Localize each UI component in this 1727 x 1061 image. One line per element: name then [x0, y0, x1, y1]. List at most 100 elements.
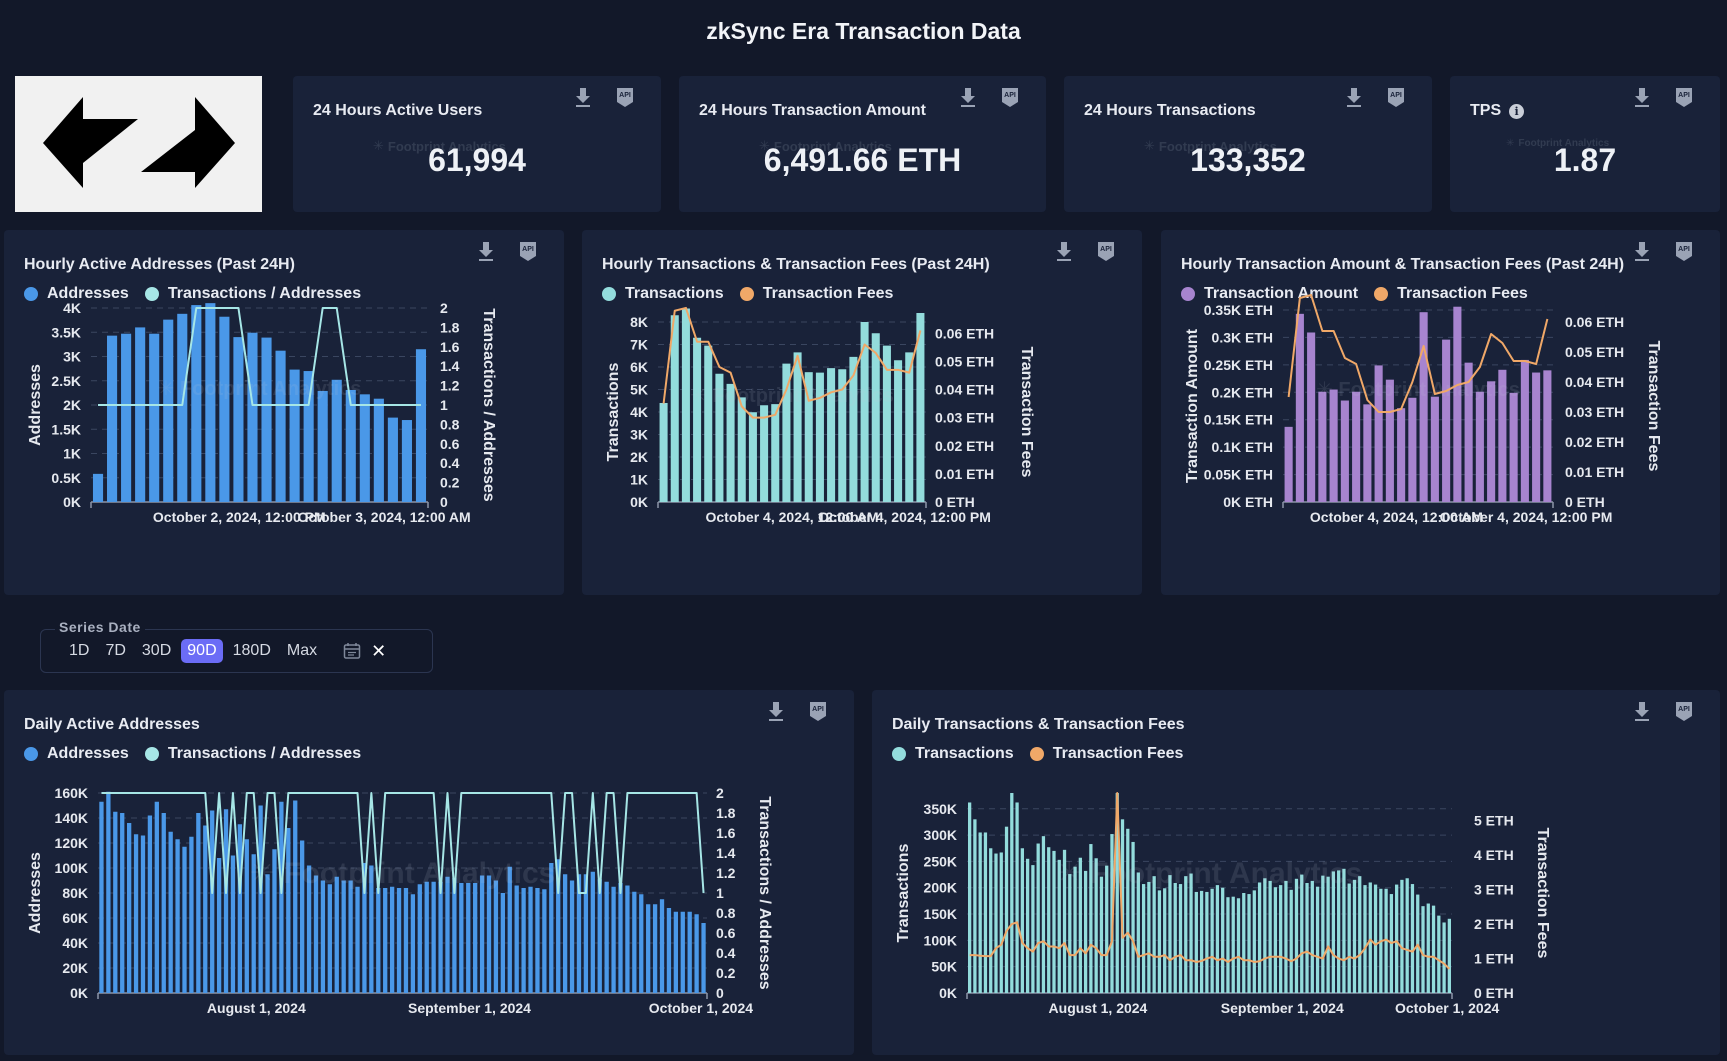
bar [479, 875, 485, 993]
y-tick-label: 3K [63, 349, 81, 365]
bar [161, 813, 166, 993]
filter-option-180d[interactable]: 180D [227, 639, 277, 663]
bar [983, 832, 988, 993]
y2-tick-label: 0.2 [440, 475, 460, 491]
kpi-value: 61,994 [428, 142, 526, 178]
bar [999, 852, 1003, 993]
bar [1173, 883, 1177, 993]
bar [760, 405, 769, 502]
chart-plot: 0K 50K 100K 150K 200K 250K 300K 350K 0 ETH 1 ETH 2… [895, 792, 1551, 1016]
y-tick-label: 2K [630, 449, 648, 465]
y-tick-label: 140K [55, 810, 88, 826]
bar [590, 871, 595, 993]
y-axis-label: Addresses [27, 852, 44, 934]
y2-tick-label: 0.06 ETH [1565, 314, 1624, 330]
y-axis-label: Transactions [895, 844, 912, 943]
bar [1047, 847, 1051, 993]
bar [1041, 836, 1046, 993]
bar [666, 908, 672, 993]
bar [223, 809, 229, 993]
kpi-value: 1.87 [1553, 142, 1617, 178]
filter-option-7d[interactable]: 7D [99, 639, 131, 663]
download-icon[interactable] [1344, 86, 1364, 108]
y2-tick-label: 1.8 [716, 805, 736, 821]
bar [673, 911, 679, 993]
bar [1205, 891, 1209, 993]
y-tick-label: 0.3K ETH [1212, 329, 1273, 345]
bar [189, 836, 194, 993]
bar [701, 923, 706, 993]
bar [1136, 872, 1140, 993]
calendar-icon[interactable] [343, 642, 361, 660]
close-icon[interactable]: ✕ [371, 641, 386, 662]
bar [618, 883, 623, 993]
series-date-filter: Series Date 1D 7D 30D 90D 180D Max ✕ [40, 619, 433, 673]
bar [1189, 873, 1193, 993]
bar [1163, 888, 1167, 993]
y-tick-label: 0.1K ETH [1212, 439, 1273, 455]
y2-axis-label: Transactions / Addresses [480, 308, 497, 501]
bar [1426, 903, 1430, 993]
filter-option-30d[interactable]: 30D [136, 639, 177, 663]
download-icon[interactable] [958, 86, 978, 108]
bar [135, 327, 146, 502]
bar [1395, 884, 1399, 993]
kpi-title: TPS i [1470, 102, 1525, 120]
bar [459, 883, 464, 993]
filter-option-1d[interactable]: 1D [63, 639, 95, 663]
bar [860, 322, 869, 502]
bar [1279, 885, 1283, 993]
chart-plot: 0K 1K 2K 3K 4K 5K 6K 7K 8K 0 ETH 0.01 ETH 0.02 ETH 0… [605, 306, 1035, 525]
filter-option-90d[interactable]: 90D [181, 639, 223, 663]
bar [500, 893, 505, 993]
chart-card-hourly-transactions-fees: API Hourly Transactions & Transaction Fee… [582, 230, 1142, 595]
download-icon[interactable] [1632, 86, 1652, 108]
bar [973, 819, 977, 993]
info-icon[interactable]: i [1509, 103, 1525, 119]
x-tick-label: October 1, 2024 [649, 1000, 753, 1016]
bar [1268, 880, 1272, 993]
x-tick-label: October 4, 2024, 12:00 PM [1440, 509, 1613, 525]
download-icon[interactable] [573, 86, 593, 108]
y2-tick-label: 0.8 [716, 905, 736, 921]
y-tick-label: 1.5K [51, 421, 81, 437]
bar [1284, 880, 1288, 993]
filter-option-max[interactable]: Max [281, 639, 323, 663]
y-tick-label: 100K [55, 860, 88, 876]
bar [514, 885, 519, 993]
api-icon[interactable]: API [1386, 86, 1406, 108]
api-icon[interactable]: API [615, 86, 635, 108]
bar [286, 828, 291, 993]
api-icon[interactable]: API [1000, 86, 1020, 108]
bar [415, 349, 427, 502]
bar [1168, 875, 1172, 993]
bar [317, 390, 328, 502]
bar [99, 801, 104, 993]
bar [182, 846, 187, 993]
bar [1307, 332, 1316, 502]
bar [1447, 918, 1451, 993]
y-tick-label: 0.15K ETH [1204, 412, 1273, 428]
y2-tick-label: 1.6 [716, 825, 736, 841]
svg-text:API: API [619, 92, 631, 99]
y2-tick-label: 0 [716, 985, 724, 1001]
bar [1329, 389, 1338, 502]
y-tick-label: 0.05K ETH [1204, 467, 1273, 483]
bar [1300, 874, 1304, 993]
bar [121, 333, 132, 502]
bar [1453, 306, 1462, 502]
kpi-card-tps: API TPS i ✳ Footprint Analytics 1.87 [1450, 76, 1720, 212]
bar [1036, 843, 1040, 993]
bar [748, 412, 757, 502]
kpi-card-transactions: API 24 Hours Transactions ✳ Footprint Ana… [1064, 76, 1432, 212]
bar [632, 891, 637, 993]
bar [327, 884, 332, 993]
y2-tick-label: 0.4 [716, 945, 736, 961]
bar [1004, 826, 1009, 993]
bar [389, 886, 395, 993]
bar [431, 881, 436, 993]
bar [383, 888, 388, 993]
bar [1210, 888, 1214, 993]
bar [1015, 802, 1019, 993]
api-icon[interactable]: API [1674, 86, 1694, 108]
